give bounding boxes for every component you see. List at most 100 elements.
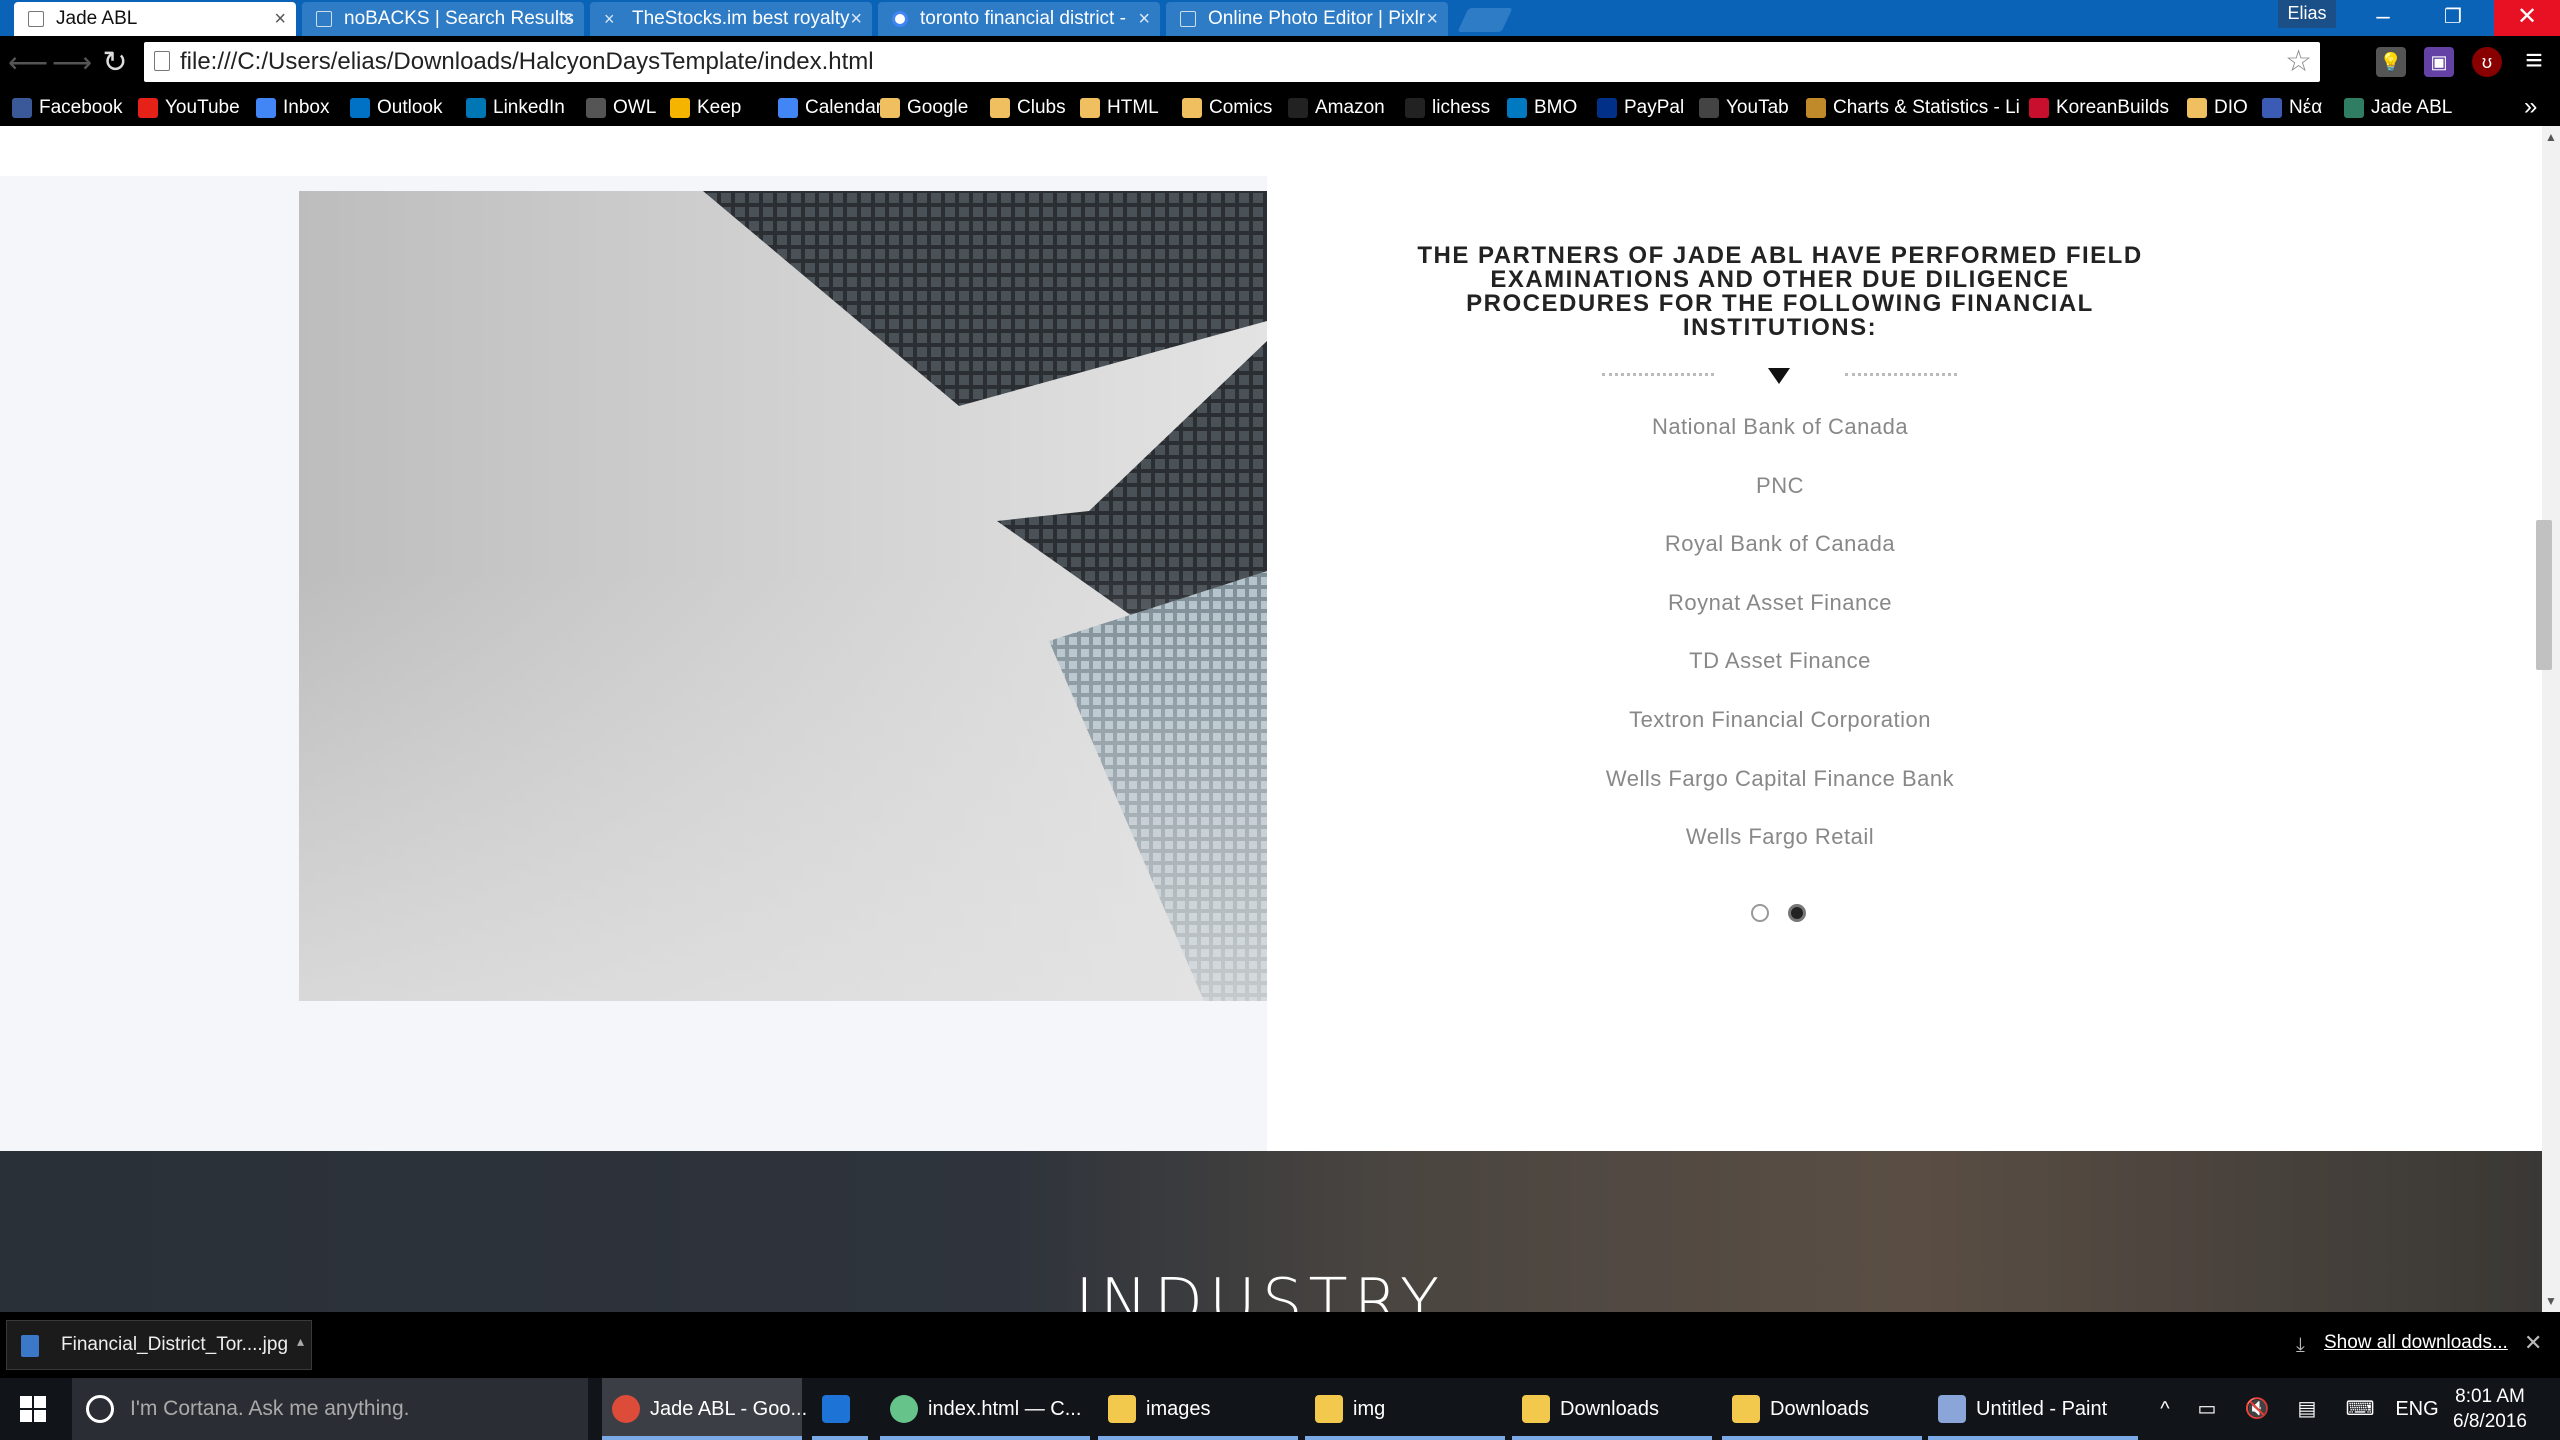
institution-item: Textron Financial Corporation <box>1629 706 1931 732</box>
restore-icon[interactable]: ❐ <box>2420 0 2486 36</box>
slider-dot-1[interactable] <box>1751 904 1769 922</box>
close-icon[interactable]: ✕ <box>2524 1330 2542 1356</box>
taskbar-item-label: img <box>1353 1398 1386 1420</box>
bookmark-youtab[interactable]: YouTab <box>1699 90 1789 126</box>
taskbar-item[interactable]: img <box>1305 1378 1505 1440</box>
koreanbuilds-icon <box>2029 98 2049 118</box>
folder-icon <box>880 98 900 118</box>
close-icon[interactable]: × <box>562 2 574 36</box>
windows-start-icon[interactable] <box>20 1396 46 1422</box>
scroll-up-icon[interactable]: ▲ <box>2542 128 2560 146</box>
chevron-down-icon[interactable]: ▴ <box>297 1333 304 1350</box>
cortana-search-box[interactable]: I'm Cortana. Ask me anything. <box>72 1378 588 1440</box>
clock[interactable]: 8:01 AM 6/8/2016 <box>2430 1384 2550 1434</box>
tab-jade-abl[interactable]: Jade ABL × <box>14 2 296 36</box>
bookmark-star-icon[interactable]: ☆ <box>2285 44 2312 79</box>
tab-thestocks[interactable]: × TheStocks.im best royalty × <box>590 2 872 36</box>
bookmark-comics[interactable]: Comics <box>1182 90 1272 126</box>
bookmark-html[interactable]: HTML <box>1080 90 1159 126</box>
tab-pixlr[interactable]: Online Photo Editor | Pixlr × <box>1166 2 1448 36</box>
taskbar-item[interactable]: index.html — C... <box>880 1378 1090 1440</box>
partners-heading: THE PARTNERS OF JADE ABL HAVE PERFORMED … <box>1417 242 2143 341</box>
bookmark-charts-statistics-li[interactable]: Charts & Statistics - Li <box>1806 90 2020 126</box>
jade-abl-icon <box>2344 98 2364 118</box>
inbox-icon <box>256 98 276 118</box>
bookmark-youtube[interactable]: YouTube <box>138 90 240 126</box>
bookmark-outlook[interactable]: Outlook <box>350 90 442 126</box>
bookmark-linkedin[interactable]: LinkedIn <box>466 90 565 126</box>
bookmark-lichess[interactable]: lichess <box>1405 90 1490 126</box>
chevron-up-icon[interactable]: ^ <box>2150 1378 2180 1440</box>
taskbar-item[interactable]: Downloads <box>1512 1378 1712 1440</box>
battery-icon[interactable]: ▭ <box>2190 1378 2224 1440</box>
slider-dot-2[interactable] <box>1788 904 1806 922</box>
page-icon <box>28 11 44 27</box>
taskbar-item[interactable]: Untitled - Paint <box>1928 1378 2138 1440</box>
taskbar-item[interactable]: Downloads <box>1722 1378 1922 1440</box>
bookmark-paypal[interactable]: PayPal <box>1597 90 1684 126</box>
divider-right <box>1845 373 1957 376</box>
show-all-downloads-link[interactable]: Show all downloads... <box>2324 1332 2508 1354</box>
tab-nobacks[interactable]: noBACKS | Search Results × <box>302 2 584 36</box>
bookmark-google[interactable]: Google <box>880 90 968 126</box>
page-scrollbar[interactable] <box>2542 126 2560 1312</box>
keep-icon <box>670 98 690 118</box>
charts-icon <box>1806 98 1826 118</box>
taskbar-running-indicator <box>1305 1436 1505 1440</box>
volume-muted-icon[interactable]: 🔇 <box>2240 1378 2274 1440</box>
image-file-icon <box>21 1335 39 1357</box>
taskbar-item[interactable]: images <box>1098 1378 1298 1440</box>
taskbar-item[interactable]: Jade ABL - Goo... <box>602 1378 807 1440</box>
bookmark-jade-abl[interactable]: Jade ABL <box>2344 90 2452 126</box>
minimize-icon[interactable]: – <box>2350 0 2416 36</box>
bookmark-inbox[interactable]: Inbox <box>256 90 329 126</box>
close-icon[interactable]: × <box>850 2 862 36</box>
page-icon <box>316 11 332 27</box>
download-item[interactable]: Financial_District_Tor....jpg ▴ <box>6 1320 312 1370</box>
bookmark-dio[interactable]: DIO <box>2187 90 2248 126</box>
bookmark-owl[interactable]: OWL <box>586 90 656 126</box>
address-bar[interactable]: file:///C:/Users/elias/Downloads/Halcyon… <box>144 42 2320 82</box>
taskbar-running-indicator <box>812 1436 868 1440</box>
bookmark-facebook[interactable]: Facebook <box>12 90 122 126</box>
bookmark-keep[interactable]: Keep <box>670 90 741 126</box>
down-arrow-icon <box>1768 368 1790 384</box>
window-close-icon[interactable]: ✕ <box>2494 0 2560 36</box>
bookmark-koreanbuilds[interactable]: KoreanBuilds <box>2029 90 2169 126</box>
back-arrow-icon[interactable]: ⟵ <box>8 46 48 80</box>
institution-item: Wells Fargo Capital Finance Bank <box>1605 765 1955 791</box>
profile-button[interactable]: Elias <box>2278 0 2336 28</box>
ublock-extension-icon[interactable]: ʊ <box>2472 47 2502 77</box>
scroll-thumb[interactable] <box>2536 520 2552 670</box>
bookmark-bmo[interactable]: BMO <box>1507 90 1577 126</box>
institution-item: PNC <box>1756 472 1804 498</box>
twitch-extension-icon[interactable]: ▣ <box>2424 47 2454 77</box>
lightbulb-extension-icon[interactable]: 💡 <box>2376 47 2406 77</box>
bookmark-calendar[interactable]: Calendar <box>778 90 882 126</box>
bookmark-amazon[interactable]: Amazon <box>1288 90 1385 126</box>
action-center-icon[interactable]: ▤ <box>2290 1378 2324 1440</box>
folder-icon <box>1732 1395 1760 1423</box>
taskbar-item[interactable] <box>812 1378 868 1440</box>
forward-arrow-icon[interactable]: ⟶ <box>52 46 92 80</box>
scroll-down-icon[interactable]: ▼ <box>2542 1292 2560 1310</box>
owl-icon <box>586 98 606 118</box>
chrome-icon <box>612 1395 640 1423</box>
tab-google-search[interactable]: toronto financial district - × <box>878 2 1160 36</box>
bookmark-label: Amazon <box>1315 97 1385 118</box>
url-text[interactable]: file:///C:/Users/elias/Downloads/Halcyon… <box>180 42 874 82</box>
close-icon[interactable]: × <box>1426 2 1438 36</box>
new-tab-button[interactable] <box>1457 8 1513 32</box>
clock-date: 6/8/2016 <box>2453 1411 2527 1432</box>
keyboard-icon[interactable]: ⌨ <box>2340 1378 2380 1440</box>
menu-icon[interactable]: ≡ <box>2520 46 2548 78</box>
bookmark-label: BMO <box>1534 97 1578 118</box>
more-bookmarks-icon[interactable]: » <box>2524 90 2537 126</box>
tab-label: TheStocks.im best royalty <box>632 8 850 29</box>
bookmark-clubs[interactable]: Clubs <box>990 90 1066 126</box>
close-icon[interactable]: × <box>274 2 286 36</box>
reload-icon[interactable]: ↻ <box>98 46 132 80</box>
bookmark-label: Comics <box>1209 97 1273 118</box>
close-icon[interactable]: × <box>1138 2 1150 36</box>
bookmark-[interactable]: Νέα <box>2262 90 2322 126</box>
